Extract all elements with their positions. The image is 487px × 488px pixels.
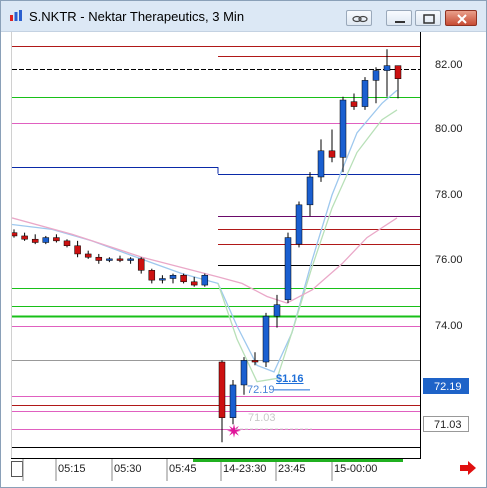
candle-body [63,240,71,247]
candle-body [201,274,209,286]
price-tick: 74.00 [435,320,463,332]
candle-body [317,150,325,178]
bounce-gain-label: $1.16 [276,373,304,385]
candle-body [262,315,270,363]
candle-body [84,253,92,258]
candle-body [273,304,281,317]
candle-body [116,258,124,261]
candle-body [180,274,187,283]
time-axis[interactable]: 05:15 05:30 05:45 14-23:30 23:45 15-00:0… [11,458,421,481]
time-label: 15-00:00 [334,463,378,475]
title-bar[interactable]: S.NKTR - Nektar Therapeutics, 3 Min [1,1,486,32]
scroll-right-arrow-icon[interactable] [458,460,478,476]
candle-body [240,360,248,386]
maximize-icon [423,14,435,24]
candle-body [148,270,156,281]
candle-body [361,80,369,107]
candle-body [350,101,358,107]
bounce-price-label: 72.19 [247,384,275,396]
candle-body [42,237,50,243]
candle-body [394,65,402,79]
candle-body [74,245,81,255]
moving-average-line [12,89,398,373]
link-icon [352,15,368,23]
close-icon [457,14,467,24]
candle-body [229,384,237,418]
low-price-tag: 71.03 [423,416,469,432]
candle-body [339,99,347,158]
candle-body [95,256,103,261]
price-chart[interactable]: 72.19 $1.16 71.03 [11,32,421,458]
time-label: 14-23:30 [223,463,267,475]
candle-body [137,258,145,271]
moving-average-line [12,217,398,304]
low-marker-star-icon [227,423,241,438]
chart-window: S.NKTR - Nektar Therapeutics, 3 Min 72.1… [0,0,487,488]
price-tick: 78.00 [435,189,463,201]
time-label: 05:15 [58,463,86,475]
candle-body [12,232,18,237]
candle-body [306,176,314,206]
candle-body [328,150,336,158]
price-tick: 80.00 [435,123,463,135]
maximize-button[interactable] [415,10,441,26]
candle-body [159,278,166,281]
last-price-tag: 72.19 [423,378,469,394]
candle-body [383,65,391,71]
close-button[interactable] [445,10,477,26]
candle-body [53,237,60,242]
candle-body [251,360,259,363]
low-price-label: 71.03 [248,412,276,424]
price-axis[interactable]: 82.00 80.00 78.00 76.00 74.00 72.19 71.0… [421,32,486,458]
candle-body [21,235,28,240]
link-button[interactable] [346,10,372,26]
candle-body [295,204,303,245]
candle-body [106,258,113,261]
candle-body [372,70,380,81]
candlestick-plot[interactable] [12,32,421,458]
minimize-icon [395,21,405,23]
time-label: 05:45 [169,463,197,475]
time-label: 23:45 [278,463,306,475]
price-tick: 82.00 [435,59,463,71]
candle-body [284,237,292,301]
candle-body [169,274,177,279]
candle-body [127,258,134,261]
candle-body [31,238,39,243]
candle-body [218,361,226,418]
window-title: S.NKTR - Nektar Therapeutics, 3 Min [29,9,245,24]
price-tick: 76.00 [435,254,463,266]
time-label: 05:30 [114,463,142,475]
minimize-button[interactable] [386,10,412,26]
chart-app-icon [10,10,22,21]
candle-body [190,281,198,286]
